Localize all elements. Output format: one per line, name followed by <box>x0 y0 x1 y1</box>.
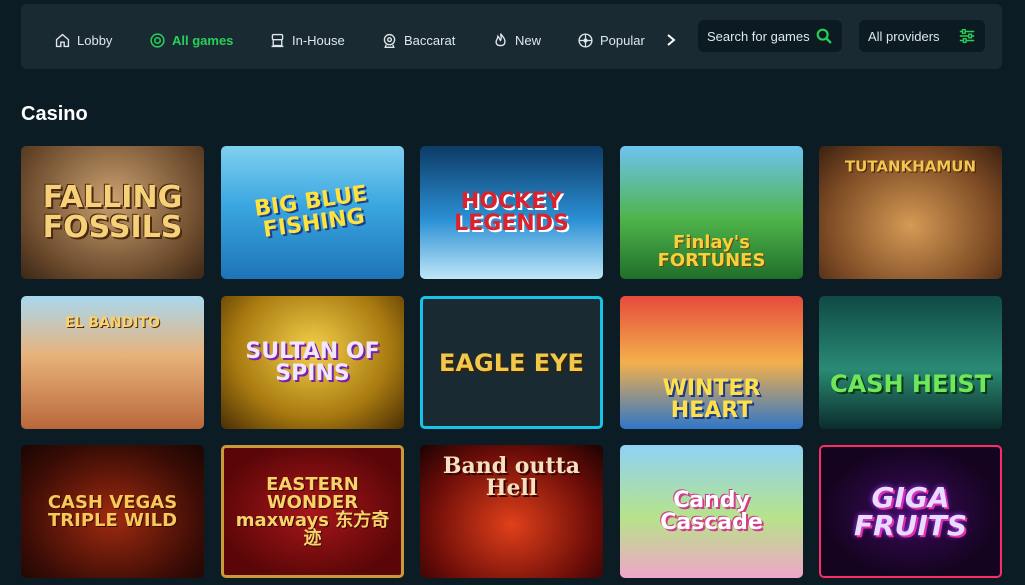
game-tile-big-blue-fishing[interactable]: BIG BLUE FISHING <box>221 146 404 279</box>
providers-dropdown[interactable]: All providers <box>859 20 985 52</box>
game-title: Band outta Hell <box>442 452 581 501</box>
game-title: FALLING FOSSILS <box>42 179 183 245</box>
search-input[interactable]: Search for games <box>698 20 842 52</box>
filter-icon <box>959 29 975 43</box>
game-title: HOCKEY LEGENDS <box>454 188 569 236</box>
game-tile-el-bandito[interactable]: EL BANDITO <box>21 296 204 429</box>
popular-icon <box>578 32 593 48</box>
home-icon <box>55 33 70 47</box>
game-tile-eastern-wonder[interactable]: EASTERN WONDER maxways 东方奇迹 <box>221 445 404 578</box>
game-tile-eagle-eye[interactable]: EAGLE EYE <box>420 296 603 429</box>
game-title: WINTER HEART <box>662 375 761 423</box>
game-tile-winter-heart[interactable]: WINTER HEART <box>620 296 803 429</box>
chevron-right-icon[interactable] <box>664 30 678 50</box>
game-tile-falling-fossils[interactable]: FALLING FOSSILS <box>21 146 204 279</box>
game-title: SULTAN OF SPINS <box>245 338 380 386</box>
nav-new[interactable]: New <box>492 25 541 55</box>
section-title: Casino <box>21 103 88 125</box>
search-icon[interactable] <box>815 27 833 45</box>
flame-icon <box>495 32 506 46</box>
nav-all-games[interactable]: All games <box>149 25 233 55</box>
game-tile-cash-heist[interactable]: CASH HEIST <box>819 296 1002 429</box>
game-tile-hockey-legends[interactable]: HOCKEY LEGENDS <box>420 146 603 279</box>
game-title: CASH VEGAS TRIPLE WILD <box>47 491 178 531</box>
search-placeholder: Search for games <box>707 28 810 44</box>
game-tile-band-outta-hell[interactable]: Band outta Hell <box>420 445 603 578</box>
nav-new-label: New <box>515 32 542 48</box>
nav-popular[interactable]: Popular <box>577 25 645 55</box>
nav-in-house[interactable]: In-House <box>269 25 345 55</box>
in-house-icon <box>271 33 284 47</box>
top-navigation-bar: Lobby All games In-House Baccarat New Po… <box>21 4 1002 69</box>
game-tile-finlays-fortunes[interactable]: Finlay's FORTUNES <box>620 146 803 279</box>
all-games-icon <box>150 32 165 48</box>
nav-baccarat[interactable]: Baccarat <box>381 25 455 55</box>
game-title: EASTERN WONDER maxways 东方奇迹 <box>235 473 390 549</box>
game-title: EAGLE EYE <box>439 348 584 377</box>
game-tile-candy-cascade[interactable]: Candy Cascade <box>620 445 803 578</box>
nav-in-house-label: In-House <box>292 32 345 48</box>
game-tile-cash-vegas[interactable]: CASH VEGAS TRIPLE WILD <box>21 445 204 578</box>
game-tile-sultan-of-spins[interactable]: SULTAN OF SPINS <box>221 296 404 429</box>
nav-baccarat-label: Baccarat <box>404 32 456 48</box>
game-title: TUTANKHAMUN <box>844 157 977 176</box>
providers-label: All providers <box>868 28 940 44</box>
game-title: BIG BLUE FISHING <box>252 180 369 243</box>
game-tile-tutankhamun[interactable]: TUTANKHAMUN <box>819 146 1002 279</box>
nav-lobby-label: Lobby <box>77 32 113 48</box>
game-title: EL BANDITO <box>65 314 160 331</box>
nav-popular-label: Popular <box>600 32 645 48</box>
game-title: Finlay's FORTUNES <box>657 232 766 272</box>
game-title: GIGA FRUITS <box>853 480 968 542</box>
game-title: Candy Cascade <box>660 487 763 535</box>
baccarat-icon <box>383 33 396 48</box>
nav-all-games-label: All games <box>172 32 234 48</box>
game-tile-giga-fruits[interactable]: GIGA FRUITS <box>819 445 1002 578</box>
nav-lobby[interactable]: Lobby <box>54 25 112 55</box>
game-title: CASH HEIST <box>830 369 991 398</box>
